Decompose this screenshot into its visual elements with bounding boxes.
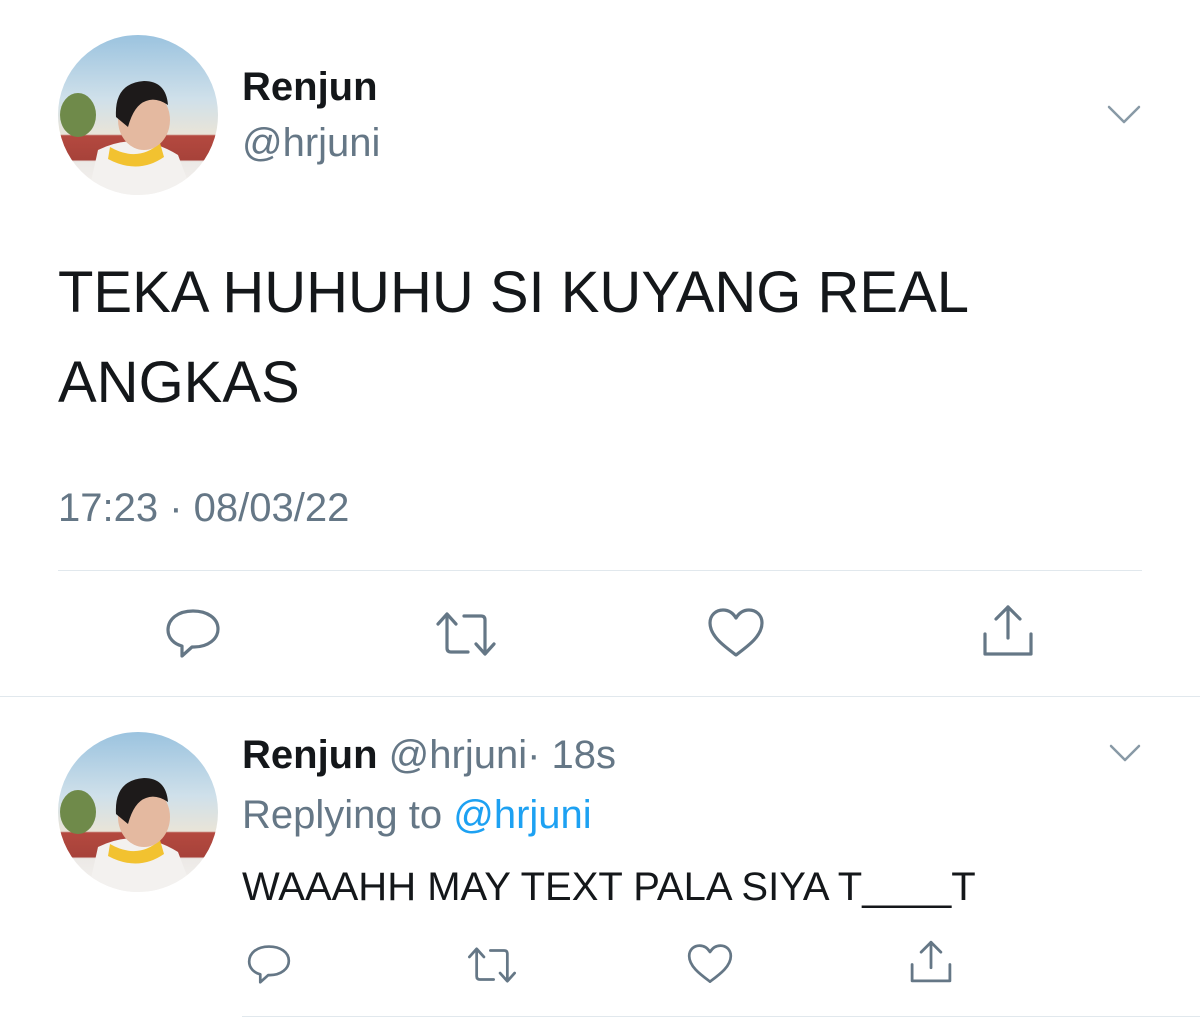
replying-to: Replying to @hrjuni: [242, 792, 592, 838]
tweet-age: · 18s: [527, 733, 617, 777]
replying-to-label: Replying to: [242, 793, 443, 837]
avatar[interactable]: [58, 35, 218, 195]
retweet-icon[interactable]: [434, 608, 498, 660]
divider: [0, 696, 1200, 697]
reply-icon[interactable]: [164, 606, 222, 660]
reply-header: Renjun @hrjuni· 18s: [242, 732, 616, 778]
divider: [58, 570, 1142, 571]
display-name[interactable]: Renjun: [242, 64, 378, 110]
heart-icon[interactable]: [706, 606, 766, 660]
tweet-text: TEKA HUHUHU SI KUYANG REAL ANGKAS: [58, 248, 969, 428]
divider: [242, 1016, 1200, 1017]
display-name[interactable]: Renjun: [242, 733, 378, 777]
profile-photo: [60, 81, 193, 195]
heart-icon[interactable]: [686, 942, 734, 986]
share-icon[interactable]: [980, 602, 1036, 660]
avatar[interactable]: [58, 732, 218, 892]
replying-to-link[interactable]: @hrjuni: [453, 793, 591, 837]
reply-icon[interactable]: [246, 942, 292, 986]
handle[interactable]: @hrjuni: [242, 120, 380, 166]
timestamp[interactable]: 17:23 · 08/03/22: [58, 484, 349, 532]
share-icon[interactable]: [908, 938, 954, 986]
tweet-text-line: ANGKAS: [58, 350, 300, 415]
handle[interactable]: @hrjuni: [389, 733, 527, 777]
retweet-icon[interactable]: [466, 944, 518, 986]
reply-text: WAAAHH MAY TEXT PALA SIYA T____T: [242, 865, 976, 909]
profile-photo: [60, 778, 193, 892]
chevron-down-icon[interactable]: [1106, 740, 1144, 766]
chevron-down-icon[interactable]: [1104, 100, 1144, 130]
tweet-text-line: TEKA HUHUHU SI KUYANG REAL: [58, 260, 970, 325]
